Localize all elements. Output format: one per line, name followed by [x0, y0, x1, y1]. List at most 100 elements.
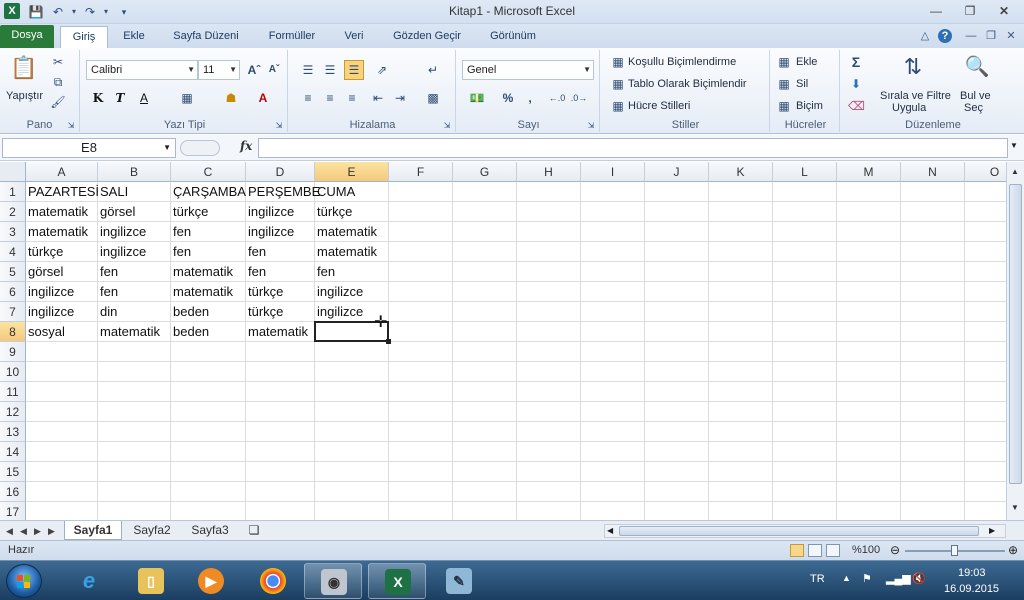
- cell-e2[interactable]: türkçe: [315, 202, 389, 222]
- cell-o17[interactable]: [965, 502, 1006, 520]
- clock-date[interactable]: 16.09.2015: [944, 583, 999, 595]
- column-header-o[interactable]: O: [965, 162, 1006, 182]
- column-header-m[interactable]: M: [837, 162, 901, 182]
- cell-k9[interactable]: [709, 342, 773, 362]
- insert-cells-button[interactable]: Ekle: [796, 56, 817, 68]
- insert-sheet-icon[interactable]: ❏: [242, 521, 266, 540]
- cell-k7[interactable]: [709, 302, 773, 322]
- clock-time[interactable]: 19:03: [958, 567, 986, 579]
- tab-review[interactable]: Gözden Geçir: [384, 26, 470, 48]
- cell-g11[interactable]: [453, 382, 517, 402]
- cell-b16[interactable]: [98, 482, 171, 502]
- fill-icon[interactable]: ⬇: [848, 76, 864, 92]
- zoom-in-icon[interactable]: ⊕: [1008, 543, 1018, 557]
- row-header-3[interactable]: 3: [0, 222, 26, 242]
- scroll-right-icon[interactable]: ▶: [989, 525, 995, 537]
- first-sheet-icon[interactable]: ◀: [4, 524, 15, 538]
- cell-a15[interactable]: [26, 462, 98, 482]
- cell-m17[interactable]: [837, 502, 901, 520]
- clear-icon[interactable]: ⌫: [848, 98, 865, 114]
- column-header-l[interactable]: L: [773, 162, 837, 182]
- sort-filter-button-line2[interactable]: Uygula: [892, 102, 926, 114]
- cell-b15[interactable]: [98, 462, 171, 482]
- next-sheet-icon[interactable]: ▶: [32, 524, 43, 538]
- cell-d10[interactable]: [246, 362, 315, 382]
- formula-bar-splitter[interactable]: [180, 140, 220, 156]
- cell-g3[interactable]: [453, 222, 517, 242]
- row-header-11[interactable]: 11: [0, 382, 26, 402]
- binoculars-icon[interactable]: 🔍: [962, 52, 992, 82]
- cell-m9[interactable]: [837, 342, 901, 362]
- cell-c2[interactable]: türkçe: [171, 202, 246, 222]
- cell-g5[interactable]: [453, 262, 517, 282]
- formula-input[interactable]: [258, 138, 1008, 158]
- cell-f2[interactable]: [389, 202, 453, 222]
- cell-styles-icon[interactable]: ▦: [610, 98, 626, 114]
- cell-m6[interactable]: [837, 282, 901, 302]
- cell-j5[interactable]: [645, 262, 709, 282]
- action-center-flag-icon[interactable]: ⚑: [862, 572, 872, 585]
- cell-e11[interactable]: [315, 382, 389, 402]
- cell-j9[interactable]: [645, 342, 709, 362]
- cut-icon[interactable]: ✂: [50, 54, 66, 70]
- cell-g12[interactable]: [453, 402, 517, 422]
- cell-e5[interactable]: fen: [315, 262, 389, 282]
- row-header-9[interactable]: 9: [0, 342, 26, 362]
- borders-icon[interactable]: ▦: [178, 90, 196, 106]
- cell-f16[interactable]: [389, 482, 453, 502]
- cell-a2[interactable]: matematik: [26, 202, 98, 222]
- cell-c13[interactable]: [171, 422, 246, 442]
- chevron-down-icon[interactable]: ▼: [163, 139, 171, 157]
- cell-i17[interactable]: [581, 502, 645, 520]
- cell-i3[interactable]: [581, 222, 645, 242]
- cell-f3[interactable]: [389, 222, 453, 242]
- cell-i14[interactable]: [581, 442, 645, 462]
- cell-g9[interactable]: [453, 342, 517, 362]
- cell-f6[interactable]: [389, 282, 453, 302]
- cell-b5[interactable]: fen: [98, 262, 171, 282]
- cell-d9[interactable]: [246, 342, 315, 362]
- column-header-a[interactable]: A: [26, 162, 98, 182]
- cell-j17[interactable]: [645, 502, 709, 520]
- cell-d5[interactable]: fen: [246, 262, 315, 282]
- cell-d16[interactable]: [246, 482, 315, 502]
- cell-k3[interactable]: [709, 222, 773, 242]
- cell-j2[interactable]: [645, 202, 709, 222]
- cell-styles-button[interactable]: Hücre Stilleri: [628, 100, 690, 112]
- cell-a12[interactable]: [26, 402, 98, 422]
- cell-f9[interactable]: [389, 342, 453, 362]
- cell-a5[interactable]: görsel: [26, 262, 98, 282]
- cell-i5[interactable]: [581, 262, 645, 282]
- cell-d8[interactable]: matematik: [246, 322, 315, 342]
- italic-button[interactable]: T: [112, 90, 128, 106]
- cell-d4[interactable]: fen: [246, 242, 315, 262]
- cell-j3[interactable]: [645, 222, 709, 242]
- cell-h5[interactable]: [517, 262, 581, 282]
- column-header-k[interactable]: K: [709, 162, 773, 182]
- cell-m15[interactable]: [837, 462, 901, 482]
- cell-e16[interactable]: [315, 482, 389, 502]
- grow-font-icon[interactable]: Aˆ: [246, 62, 262, 78]
- cell-c8[interactable]: beden: [171, 322, 246, 342]
- format-as-table-icon[interactable]: ▦: [610, 76, 626, 92]
- format-cells-icon[interactable]: ▦: [776, 98, 792, 114]
- cell-h12[interactable]: [517, 402, 581, 422]
- align-bottom-icon[interactable]: ☰: [344, 60, 364, 80]
- cell-k16[interactable]: [709, 482, 773, 502]
- decrease-decimal-icon[interactable]: .0→: [570, 90, 588, 106]
- cell-c17[interactable]: [171, 502, 246, 520]
- cell-l17[interactable]: [773, 502, 837, 520]
- clipboard-launcher-icon[interactable]: ⇲: [66, 118, 76, 134]
- cell-n16[interactable]: [901, 482, 965, 502]
- column-header-g[interactable]: G: [453, 162, 517, 182]
- cell-m3[interactable]: [837, 222, 901, 242]
- cell-h1[interactable]: [517, 182, 581, 202]
- cell-l14[interactable]: [773, 442, 837, 462]
- cell-c16[interactable]: [171, 482, 246, 502]
- cell-b3[interactable]: ingilizce: [98, 222, 171, 242]
- percent-style-button[interactable]: %: [500, 90, 516, 106]
- cell-i16[interactable]: [581, 482, 645, 502]
- cell-h13[interactable]: [517, 422, 581, 442]
- increase-decimal-icon[interactable]: ←.0: [548, 90, 566, 106]
- cell-h4[interactable]: [517, 242, 581, 262]
